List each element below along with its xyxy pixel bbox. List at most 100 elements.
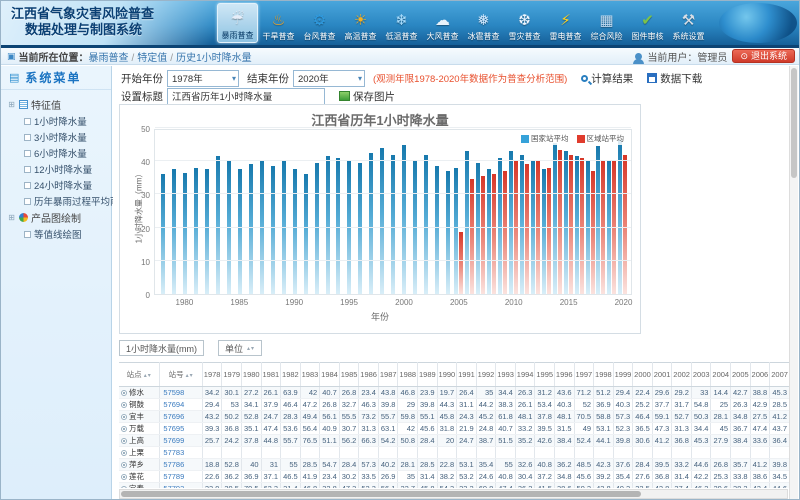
col-header-year-1988[interactable]: 1988 <box>398 363 418 387</box>
col-header-year-1994[interactable]: 1994 <box>515 363 535 387</box>
nav-item-typhoon[interactable]: ⚙台风普查 <box>299 3 340 43</box>
col-header-year-1984[interactable]: 1984 <box>320 363 340 387</box>
bar-national-1997[interactable] <box>369 153 373 294</box>
data-table-wrap[interactable]: 站点 ▴▾站号 ▴▾197819791980198119821983198419… <box>119 362 790 488</box>
col-header-year-1985[interactable]: 1985 <box>339 363 359 387</box>
nav-item-wind[interactable]: ☁大风普查 <box>422 3 463 43</box>
start-year-select[interactable]: 1978年 ▾ <box>167 70 239 87</box>
row-expand-icon[interactable] <box>121 390 127 396</box>
breadcrumb-item[interactable]: 暴雨普查 <box>89 53 129 64</box>
sort-unit-control[interactable]: 单位 ▴▾ <box>218 340 262 356</box>
nav-item-drought[interactable]: ♨干旱普查 <box>258 3 299 43</box>
bar-national-1979[interactable] <box>172 169 176 294</box>
nav-item-lightning[interactable]: ⚡雷电普查 <box>545 3 586 43</box>
bar-national-2000[interactable] <box>402 145 406 294</box>
nav-item-composite-risk[interactable]: ▦综合风险 <box>586 3 627 43</box>
bar-national-2007[interactable] <box>476 163 480 294</box>
col-header-year-2007[interactable]: 2007 <box>770 363 790 387</box>
bar-national-1981[interactable] <box>194 168 198 294</box>
bar-national-2006[interactable] <box>465 151 469 294</box>
checkbox-icon[interactable] <box>24 166 31 173</box>
station-name-cell[interactable]: 上高 <box>119 435 160 447</box>
col-header-year-1996[interactable]: 1996 <box>554 363 574 387</box>
col-header-year-1992[interactable]: 1992 <box>476 363 496 387</box>
sidebar-item[interactable]: 历年暴雨过程平均雨量 <box>7 193 111 209</box>
sidebar-item[interactable]: 12小时降水量 <box>7 161 111 177</box>
nav-item-high-temp[interactable]: ☀高温普查 <box>340 3 381 43</box>
bar-national-1996[interactable] <box>358 163 362 294</box>
col-header-year-1995[interactable]: 1995 <box>535 363 555 387</box>
vertical-scrollbar[interactable] <box>789 66 798 500</box>
bar-regional-2014[interactable] <box>558 150 562 294</box>
bar-national-1990[interactable] <box>293 169 297 294</box>
station-name-cell[interactable]: 宜丰 <box>119 411 160 423</box>
unit-box[interactable]: 1小时降水量(mm) <box>119 340 204 356</box>
col-header-year-1993[interactable]: 1993 <box>496 363 516 387</box>
bar-regional-2017[interactable] <box>591 171 595 294</box>
col-header-year-1997[interactable]: 1997 <box>574 363 594 387</box>
bar-regional-2013[interactable] <box>547 168 551 294</box>
bar-national-2018[interactable] <box>596 146 600 294</box>
sidebar-item[interactable]: 24小时降水量 <box>7 177 111 193</box>
nav-item-hail[interactable]: ❅冰雹普查 <box>463 3 504 43</box>
col-header-year-2003[interactable]: 2003 <box>691 363 711 387</box>
row-expand-icon[interactable] <box>121 438 127 444</box>
col-header-year-2001[interactable]: 2001 <box>652 363 672 387</box>
sidebar-item[interactable]: 6小时降水量 <box>7 145 111 161</box>
horizontal-scroll-thumb[interactable] <box>121 491 641 497</box>
download-button[interactable]: 数据下载 <box>647 71 702 86</box>
station-name-cell[interactable]: 万载 <box>119 423 160 435</box>
bar-national-1985[interactable] <box>238 169 242 294</box>
station-name-cell[interactable]: 铜鼓 <box>119 399 160 411</box>
row-expand-icon[interactable] <box>121 462 127 468</box>
station-id-cell[interactable]: 57696 <box>160 411 202 423</box>
col-header-year-1986[interactable]: 1986 <box>359 363 379 387</box>
bar-national-1993[interactable] <box>326 156 330 294</box>
col-header-year-2000[interactable]: 2000 <box>633 363 653 387</box>
bar-national-2020[interactable] <box>618 140 622 294</box>
bar-national-1999[interactable] <box>391 155 395 294</box>
station-id-cell[interactable]: 57699 <box>160 435 202 447</box>
col-header-year-1990[interactable]: 1990 <box>437 363 457 387</box>
breadcrumb-item[interactable]: 特定值 <box>137 53 167 64</box>
col-header-year-1980[interactable]: 1980 <box>241 363 261 387</box>
row-expand-icon[interactable] <box>121 486 127 488</box>
row-expand-icon[interactable] <box>121 426 127 432</box>
bar-national-1991[interactable] <box>304 174 308 294</box>
nav-item-low-temp[interactable]: ❄低温普查 <box>381 3 422 43</box>
bar-national-1978[interactable] <box>161 174 165 294</box>
nav-item-rainstorm[interactable]: ☔暴雨普查 <box>217 3 258 43</box>
chart-title-input[interactable] <box>167 88 325 105</box>
station-id-cell[interactable]: 57695 <box>160 423 202 435</box>
sidebar-item[interactable]: 等值线绘图 <box>7 226 111 242</box>
station-name-cell[interactable]: 上栗 <box>119 447 160 459</box>
bar-national-1988[interactable] <box>271 166 275 294</box>
col-header-station[interactable]: 站点 ▴▾ <box>119 363 160 387</box>
bar-national-2011[interactable] <box>520 155 524 294</box>
row-expand-icon[interactable] <box>121 474 127 480</box>
bar-national-2015[interactable] <box>564 151 568 294</box>
end-year-select[interactable]: 2020年 ▾ <box>293 70 365 87</box>
bar-national-2014[interactable] <box>553 143 557 294</box>
bar-regional-2005[interactable] <box>459 232 463 294</box>
station-name-cell[interactable]: 宜春 <box>119 483 160 489</box>
col-header-year-1991[interactable]: 1991 <box>457 363 477 387</box>
logout-button[interactable]: ⊙ 退出系统 <box>732 49 795 63</box>
bar-regional-2008[interactable] <box>492 174 496 294</box>
bar-national-1980[interactable] <box>183 173 187 294</box>
row-expand-icon[interactable] <box>121 402 127 408</box>
col-header-year-2005[interactable]: 2005 <box>731 363 751 387</box>
bar-regional-2006[interactable] <box>470 179 474 294</box>
bar-national-1998[interactable] <box>380 148 384 294</box>
sort-arrows-icon[interactable]: ▴▾ <box>144 373 152 379</box>
station-id-cell[interactable]: 57783 <box>160 447 202 459</box>
bar-national-2004[interactable] <box>446 171 450 294</box>
station-name-cell[interactable]: 莲花 <box>119 471 160 483</box>
station-name-cell[interactable]: 萍乡 <box>119 459 160 471</box>
checkbox-icon[interactable] <box>24 134 31 141</box>
sidebar-group-2[interactable]: ⊞产品图绘制 <box>7 209 111 226</box>
vertical-scroll-thumb[interactable] <box>791 68 797 178</box>
nav-item-snow[interactable]: ❆雪灾普查 <box>504 3 545 43</box>
station-id-cell[interactable]: 57789 <box>160 471 202 483</box>
bar-national-2008[interactable] <box>487 169 491 294</box>
